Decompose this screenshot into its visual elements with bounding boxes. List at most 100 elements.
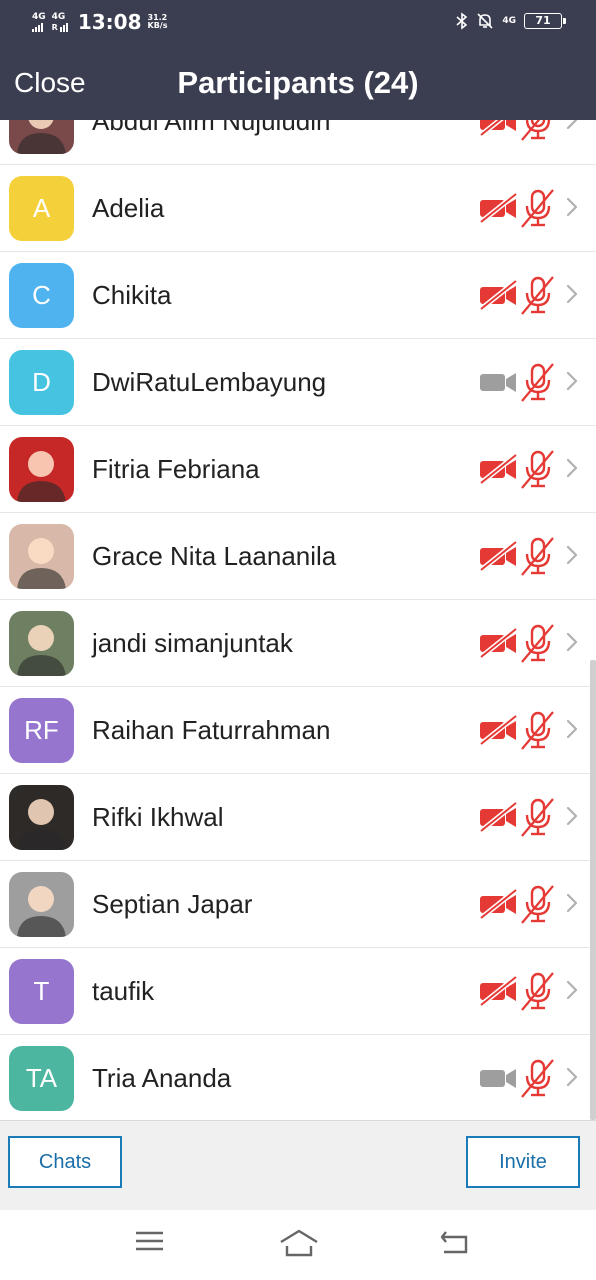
participant-name: taufik (92, 976, 155, 1006)
avatar-initials-text: TA (25, 1063, 58, 1093)
participant-name: Abdul Alim Nujuludin (92, 120, 331, 136)
mic-muted-icon[interactable] (520, 187, 556, 229)
avatar-photo (9, 120, 74, 154)
menu-icon[interactable] (135, 1228, 165, 1254)
video-off-icon[interactable] (478, 539, 520, 573)
avatar-initials-text: T (33, 976, 50, 1006)
avatar-initials: D (9, 350, 74, 415)
chevron-right-icon[interactable] (563, 369, 581, 393)
status-left: 4G 4G R 13:08 31.2 KB/s (32, 10, 167, 34)
network-4g-label: 4G (502, 16, 516, 26)
chevron-right-icon[interactable] (563, 804, 581, 828)
page-title: Participants (24) (177, 65, 419, 100)
participant-row[interactable]: Grace Nita Laananila (0, 513, 596, 600)
participant-row[interactable]: Septian Japar (0, 861, 596, 948)
mic-muted-icon[interactable] (520, 1057, 556, 1099)
video-off-icon[interactable] (478, 120, 520, 138)
avatar-initials: TA (9, 1046, 74, 1111)
participant-row[interactable]: C Chikita (0, 252, 596, 339)
mic-muted-icon[interactable] (520, 883, 556, 925)
video-off-icon[interactable] (478, 452, 520, 486)
person-photo-icon (17, 451, 66, 502)
bluetooth-icon (456, 12, 468, 30)
status-right: 4G 71 (456, 12, 566, 30)
participant-row[interactable]: D DwiRatuLembayung (0, 339, 596, 426)
chevron-right-icon[interactable] (563, 717, 581, 741)
person-photo-icon (17, 538, 66, 589)
chevron-right-icon[interactable] (563, 195, 581, 219)
participant-name: Tria Ananda (92, 1063, 232, 1093)
video-off-icon[interactable] (478, 713, 520, 747)
avatar-initials-text: A (32, 193, 51, 223)
network-speed-unit: KB/s (147, 21, 168, 30)
network-type-label: 4G (32, 11, 46, 22)
participant-row[interactable]: RF Raihan Faturrahman (0, 687, 596, 774)
mic-muted-icon[interactable] (520, 970, 556, 1012)
video-camera-icon[interactable] (478, 1061, 520, 1095)
avatar-initials-text: D (32, 367, 51, 397)
avatar-initials: RF (9, 698, 74, 763)
video-off-icon[interactable] (478, 800, 520, 834)
video-camera-icon[interactable] (478, 365, 520, 399)
avatar-photo (9, 437, 74, 502)
chats-button[interactable]: Chats (8, 1136, 122, 1188)
mic-muted-icon[interactable] (520, 120, 556, 142)
status-bar: 4G 4G R 13:08 31.2 KB/s 4G 71 (0, 0, 596, 48)
participant-name: jandi simanjuntak (92, 628, 293, 658)
home-icon[interactable] (278, 1228, 320, 1258)
chevron-right-icon[interactable] (563, 120, 581, 132)
chevron-right-icon[interactable] (563, 543, 581, 567)
avatar-photo (9, 785, 74, 850)
video-off-icon[interactable] (478, 626, 520, 660)
battery-level: 71 (535, 14, 551, 27)
video-off-icon[interactable] (478, 974, 520, 1008)
network-type-label: 4G (51, 11, 66, 22)
mic-muted-icon[interactable] (520, 274, 556, 316)
signal-sim2-icon: 4G R (51, 11, 68, 32)
avatar-initials-text: RF (24, 715, 59, 745)
participant-row[interactable]: Rifki Ikhwal (0, 774, 596, 861)
participant-name: Adelia (92, 193, 165, 223)
mic-muted-icon[interactable] (520, 796, 556, 838)
participant-name: Rifki Ikhwal (92, 802, 224, 832)
person-photo-icon (17, 625, 66, 676)
network-speed: 31.2 KB/s (147, 13, 168, 31)
chevron-right-icon[interactable] (563, 456, 581, 480)
battery-icon: 71 (524, 13, 566, 29)
video-off-icon[interactable] (478, 887, 520, 921)
clock: 13:08 (77, 10, 142, 34)
avatar-initials: T (9, 959, 74, 1024)
participant-row[interactable]: TA Tria Ananda (0, 1035, 596, 1120)
invite-button[interactable]: Invite (466, 1136, 580, 1188)
mic-muted-icon[interactable] (520, 535, 556, 577)
chevron-right-icon[interactable] (563, 891, 581, 915)
participant-name: DwiRatuLembayung (92, 367, 327, 397)
chevron-right-icon[interactable] (563, 630, 581, 654)
scrollbar[interactable] (590, 660, 596, 1120)
participant-name: Fitria Febriana (92, 454, 260, 484)
participants-list[interactable]: Abdul Alim Nujuludin A Adelia C Chikita D DwiR… (0, 120, 596, 1120)
participant-name: Grace Nita Laananila (92, 541, 337, 571)
participant-row[interactable]: Abdul Alim Nujuludin (0, 120, 596, 165)
mic-muted-icon[interactable] (520, 709, 556, 751)
mic-muted-icon[interactable] (520, 361, 556, 403)
participant-row[interactable]: Fitria Febriana (0, 426, 596, 513)
video-off-icon[interactable] (478, 278, 520, 312)
title-bar: Close Participants (24) (0, 48, 596, 120)
chevron-right-icon[interactable] (563, 282, 581, 306)
chevron-right-icon[interactable] (563, 978, 581, 1002)
avatar-initials: C (9, 263, 74, 328)
chevron-right-icon[interactable] (563, 1065, 581, 1089)
mic-muted-icon[interactable] (520, 448, 556, 490)
participant-row[interactable]: Ttaufik (0, 948, 596, 1035)
avatar-initials: A (9, 176, 74, 241)
person-photo-icon (17, 886, 66, 937)
back-icon[interactable] (438, 1228, 470, 1256)
video-off-icon[interactable] (478, 191, 520, 225)
avatar-photo (9, 611, 74, 676)
avatar-initials-text: C (32, 280, 51, 310)
participant-row[interactable]: A Adelia (0, 165, 596, 252)
participant-name: Chikita (92, 280, 172, 310)
participant-row[interactable]: jandi simanjuntak (0, 600, 596, 687)
mic-muted-icon[interactable] (520, 622, 556, 664)
